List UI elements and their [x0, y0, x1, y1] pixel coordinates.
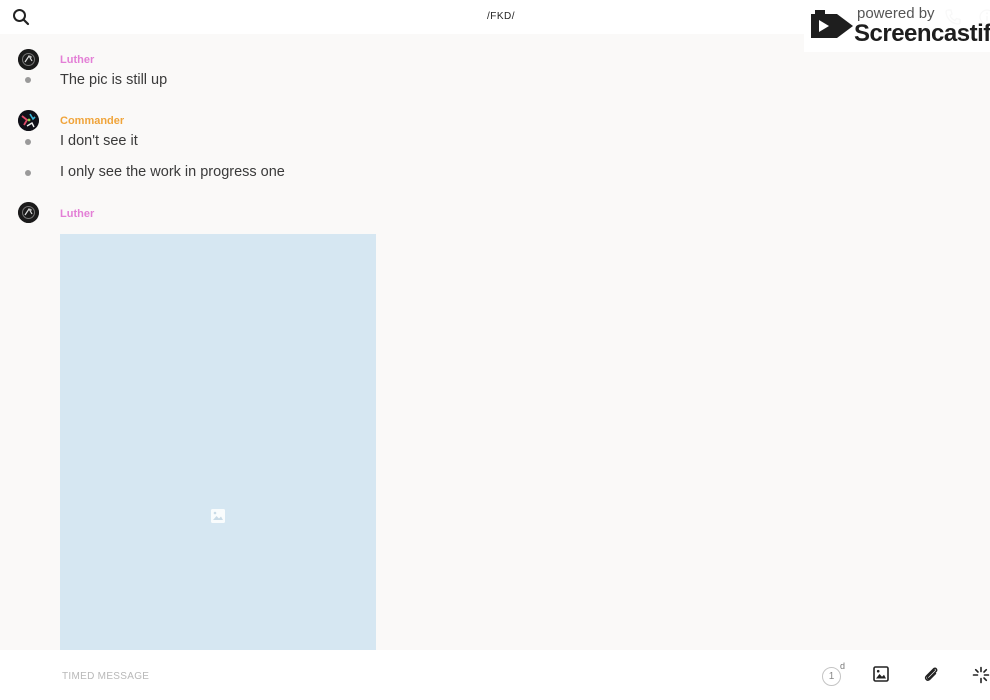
photo-icon[interactable] — [873, 666, 889, 682]
message-status-dot — [25, 77, 31, 83]
message-text: I don't see it — [60, 133, 138, 149]
message-author[interactable]: Luther — [60, 208, 94, 220]
watermark-brand: Screencastify — [854, 20, 990, 47]
paperclip-icon[interactable] — [922, 665, 940, 683]
avatar[interactable] — [18, 110, 39, 131]
message-input[interactable] — [60, 666, 664, 686]
composer-bar: 1 d — [0, 650, 990, 700]
sparkle-icon[interactable] — [972, 666, 990, 684]
timer-button[interactable]: 1 d — [822, 661, 846, 688]
image-icon — [210, 508, 226, 524]
image-attachment[interactable] — [60, 234, 376, 650]
message-status-dot — [25, 170, 31, 176]
timer-value: 1 — [822, 667, 841, 686]
avatar[interactable] — [18, 202, 39, 223]
screencastify-watermark: powered by Screencastify — [804, 0, 990, 52]
message-text: I only see the work in progress one — [60, 164, 285, 180]
screencastify-logo-icon — [811, 10, 853, 38]
message-status-dot — [25, 139, 31, 145]
message-author[interactable]: Commander — [60, 115, 124, 127]
timer-unit: d — [840, 661, 846, 671]
message-text: The pic is still up — [60, 72, 168, 88]
avatar[interactable] — [18, 49, 39, 70]
message-author[interactable]: Luther — [60, 54, 94, 66]
